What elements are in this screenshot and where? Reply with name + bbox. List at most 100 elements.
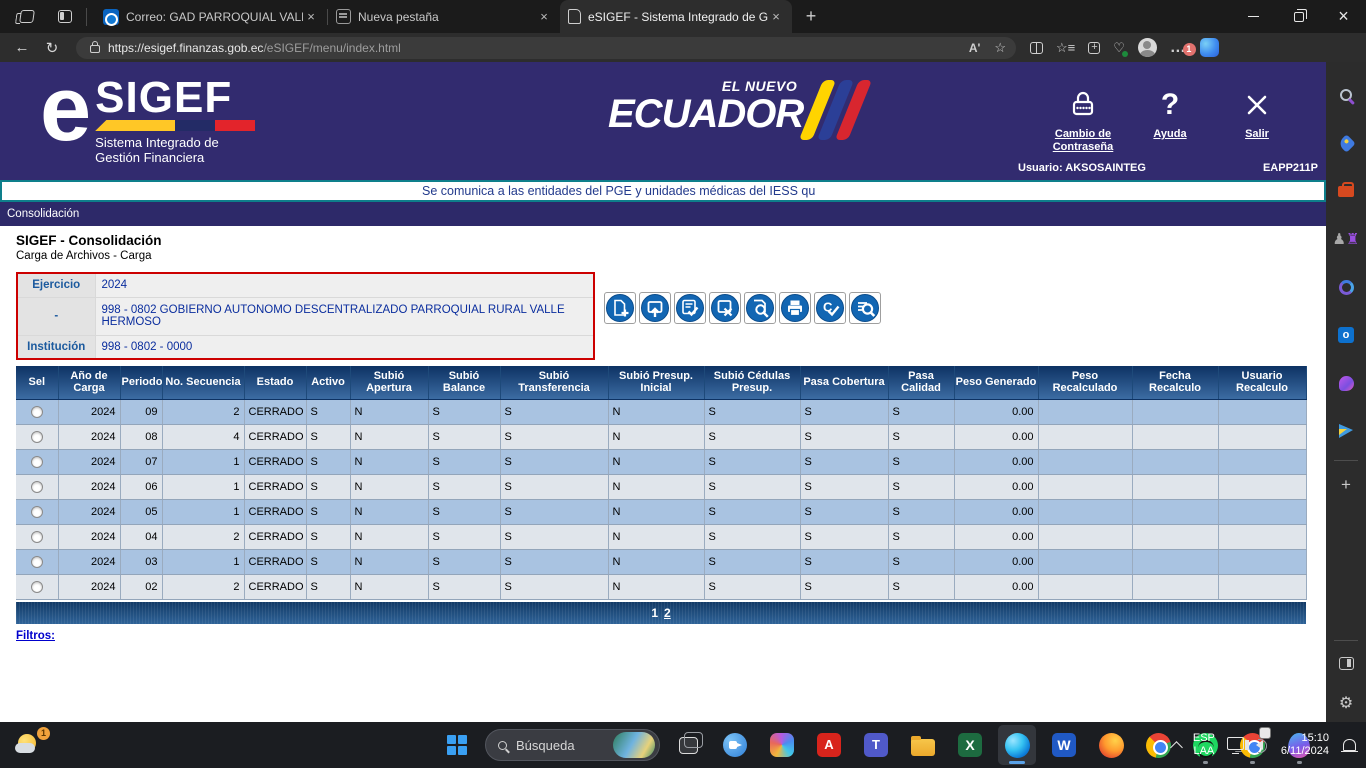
profile-avatar[interactable] [1138,38,1157,57]
mark-error-button[interactable] [709,292,741,324]
cell-activo: S [306,399,350,424]
change-password-button[interactable]: Cambio de Contraseña [1040,86,1126,154]
tray-expand-icon[interactable] [1170,741,1183,754]
row-select-radio[interactable] [31,506,43,518]
exit-label: Salir [1214,128,1300,141]
row-select-radio[interactable] [31,556,43,568]
cell-subio_apertura: N [350,424,428,449]
workspaces-icon[interactable] [14,5,40,29]
pagination-page-link[interactable]: 2 [664,606,671,620]
cell-no_secuencia: 4 [162,424,244,449]
cell-sel [16,574,58,599]
sidebar-toggle-icon[interactable] [1326,648,1366,678]
clock[interactable]: 15:10 6/11/2024 [1281,732,1329,758]
excel-app-icon[interactable]: X [951,725,989,765]
tab-close-icon[interactable] [768,9,784,25]
print-button[interactable] [779,292,811,324]
volume-icon[interactable] [1256,740,1263,750]
search-icon [498,741,507,750]
close-button[interactable] [1321,0,1366,33]
split-screen-icon[interactable] [1030,42,1043,54]
sidebar-divider [1334,640,1358,641]
minimize-button[interactable] [1231,0,1276,33]
table-row: 2024051CERRADOSNSSNSSS0.00 [16,499,1306,524]
cell-pasa_calidad: S [888,524,954,549]
exit-button[interactable]: Salir [1214,86,1300,154]
maximize-button[interactable] [1276,0,1321,33]
language-indicator[interactable]: ESP LAA [1193,732,1215,758]
row-select-radio[interactable] [31,456,43,468]
validate-file-button[interactable] [674,292,706,324]
teams-app-icon[interactable]: T [857,725,895,765]
more-menu-icon[interactable]: …1 [1170,39,1187,57]
cell-subio_cedulas_presup: S [704,474,800,499]
sidebar-m365-icon[interactable] [1326,272,1366,302]
file-explorer-icon[interactable] [904,725,942,765]
sidebar-shopping-icon[interactable] [1326,128,1366,158]
tab-close-icon[interactable] [536,9,552,25]
refresh-button[interactable]: ↻ [38,36,66,60]
sidebar-search-icon[interactable] [1326,80,1366,110]
row-select-radio[interactable] [31,531,43,543]
help-button[interactable]: ? Ayuda [1127,86,1213,154]
tab-outlook[interactable]: Correo: GAD PARROQUIAL VALLE [95,0,327,33]
taskbar-search[interactable]: Búsqueda [485,729,660,761]
weather-widget[interactable]: 1 [14,730,48,760]
exit-x-icon [1214,86,1300,124]
start-button[interactable] [438,725,476,765]
cell-subio_cedulas_presup: S [704,424,800,449]
cell-fecha_recalculo [1132,499,1218,524]
menu-item-consolidacion[interactable]: Consolidación [7,208,79,220]
browser-essentials-icon[interactable]: ♡ [1113,40,1125,56]
back-button[interactable]: ← [8,36,36,60]
acrobat-app-icon[interactable]: A [810,725,848,765]
copilot-icon[interactable] [1200,38,1219,57]
sidebar-designer-icon[interactable] [1326,368,1366,398]
add-collection-icon[interactable] [1088,42,1100,54]
approve-record-button[interactable]: C [814,292,846,324]
tab-esigef-active[interactable]: eSIGEF - Sistema Integrado de G [560,0,792,33]
row-select-radio[interactable] [31,481,43,493]
filters-link[interactable]: Filtros: [16,630,55,642]
cell-peso_recalculado [1038,549,1132,574]
tab-new-tab[interactable]: Nueva pestaña [328,0,560,33]
new-record-button[interactable] [604,292,636,324]
copilot-app-icon[interactable] [763,725,801,765]
sidebar-settings-icon[interactable]: ⚙ [1326,688,1366,718]
upload-file-button[interactable] [639,292,671,324]
sidebar-games-icon[interactable]: ♟♜ [1326,224,1366,254]
tab-close-icon[interactable] [303,9,319,25]
chat-app-icon[interactable] [716,725,754,765]
cell-periodo: 08 [120,424,162,449]
action-toolbar: C [604,292,881,324]
sidebar-tools-icon[interactable] [1326,176,1366,206]
edge-sidebar: ♟♜ o + ⚙ [1326,62,1366,722]
change-password-label: Cambio de Contraseña [1040,128,1126,154]
sidebar-add-icon[interactable]: + [1326,470,1366,500]
column-header-pasa_cobertura: Pasa Cobertura [800,366,888,399]
cell-fecha_recalculo [1132,524,1218,549]
new-tab-button[interactable] [798,4,824,30]
network-icon[interactable] [1227,737,1244,750]
view-detail-button[interactable] [744,292,776,324]
cell-subio_transferencia: S [500,449,608,474]
favorite-star-icon[interactable]: ☆ [994,40,1006,56]
row-select-radio[interactable] [31,581,43,593]
sidebar-drop-icon[interactable] [1326,416,1366,446]
column-header-sel: Sel [16,366,58,399]
firefox-app-icon[interactable] [1092,725,1130,765]
tab-actions-icon[interactable] [52,5,78,29]
word-app-icon[interactable]: W [1045,725,1083,765]
row-select-radio[interactable] [31,406,43,418]
cell-no_secuencia: 2 [162,524,244,549]
notifications-bell-icon[interactable] [1343,739,1356,751]
read-aloud-icon[interactable]: Aʹ [969,41,981,55]
task-view-button[interactable] [669,725,707,765]
sidebar-outlook-icon[interactable]: o [1326,320,1366,350]
collections-icon[interactable]: ☆≡ [1056,40,1075,56]
table-row: 2024084CERRADOSNSSNSSS0.00 [16,424,1306,449]
address-bar[interactable]: https://esigef.finanzas.gob.ec/eSIGEF/me… [76,37,1016,59]
edge-app-icon[interactable] [998,725,1036,765]
row-select-radio[interactable] [31,431,43,443]
search-records-button[interactable] [849,292,881,324]
